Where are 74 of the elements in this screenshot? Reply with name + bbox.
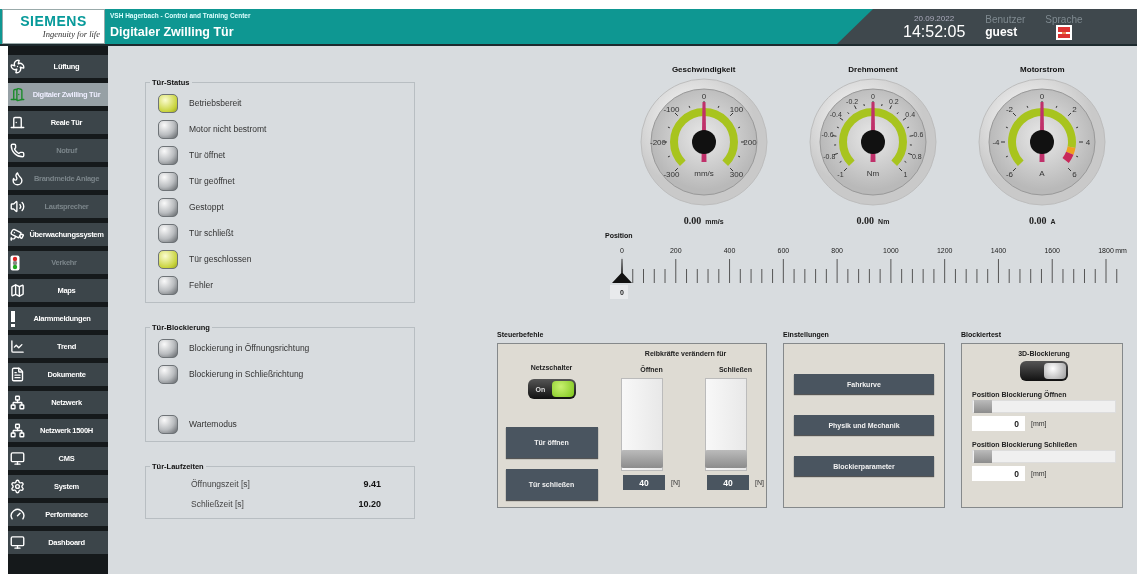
status-label: Fehler bbox=[189, 280, 214, 290]
slider-track[interactable] bbox=[621, 378, 663, 471]
gauge-title: Motorstrom bbox=[1020, 65, 1065, 76]
time-label: Schließzeit [s] bbox=[191, 499, 245, 509]
user-name: guest bbox=[985, 25, 1018, 39]
value-field[interactable]: 40 bbox=[623, 475, 665, 490]
gauge-title: Geschwindigkeit bbox=[671, 65, 736, 76]
scale-label: -2 bbox=[1006, 104, 1014, 114]
scale-label: 0 bbox=[1040, 91, 1045, 101]
fan-icon bbox=[10, 59, 25, 74]
status-label: Betriebsbereit bbox=[189, 98, 242, 108]
time-value: 9.41 bbox=[362, 479, 381, 489]
logo-brand: SIEMENS bbox=[20, 14, 87, 29]
scale-label: -300 bbox=[663, 170, 680, 180]
status-label: Tür schließt bbox=[189, 228, 234, 238]
status-label: Tür geschlossen bbox=[189, 254, 252, 264]
door-icon bbox=[10, 87, 25, 102]
flag-icon[interactable] bbox=[1055, 24, 1072, 40]
scale-label: 2 bbox=[1072, 104, 1078, 114]
status-label: Blockierung in Schließrichtung bbox=[189, 369, 304, 379]
gauge-title: Drehmoment bbox=[848, 65, 898, 76]
monitor-icon bbox=[10, 451, 25, 466]
blocking-switch[interactable] bbox=[1020, 361, 1068, 381]
exclamation-icon bbox=[10, 310, 16, 327]
map-icon bbox=[10, 283, 25, 298]
chart-icon bbox=[10, 339, 25, 354]
traffic-light-icon bbox=[10, 254, 20, 271]
scale-label: 4 bbox=[1086, 137, 1091, 147]
status-label: Motor nicht bestromt bbox=[189, 124, 267, 134]
scale-label: -6 bbox=[1006, 170, 1014, 180]
status-label: Blockierung in Öffnungsrichtung bbox=[189, 343, 310, 353]
document-icon bbox=[10, 367, 25, 382]
slider-thumb[interactable] bbox=[705, 449, 747, 468]
user-label: Benutzer bbox=[985, 14, 1026, 25]
phone-icon bbox=[10, 143, 25, 158]
status-label: Wartemodus bbox=[189, 419, 237, 429]
value-field[interactable]: 0 bbox=[972, 416, 1025, 431]
slider-thumb[interactable] bbox=[974, 450, 992, 463]
status-label: Gestoppt bbox=[189, 202, 224, 212]
scale-label: 0 bbox=[701, 91, 706, 101]
slider-thumb[interactable] bbox=[621, 449, 663, 468]
scale-label: -100 bbox=[663, 104, 680, 114]
language-label: Sprache bbox=[1045, 13, 1083, 25]
date-text: 20.09.2022 bbox=[914, 13, 955, 23]
network-icon bbox=[10, 395, 25, 410]
camera-icon bbox=[10, 227, 25, 242]
slider-track[interactable] bbox=[705, 378, 747, 471]
time-label: Öffnungszeit [s] bbox=[191, 479, 251, 489]
time-value: 10.20 bbox=[357, 499, 381, 509]
logo-tagline: Ingenuity for life bbox=[42, 29, 100, 39]
monitor-icon bbox=[10, 535, 25, 550]
scale-label: 100 bbox=[729, 104, 743, 114]
scale-label: 6 bbox=[1072, 170, 1078, 180]
clock-text: 14:52:05 bbox=[903, 22, 966, 40]
speaker-icon bbox=[10, 199, 25, 214]
scale-label: 200 bbox=[743, 137, 757, 147]
slider-track[interactable] bbox=[972, 400, 1116, 413]
scale-label: -4 bbox=[992, 137, 1000, 147]
value-field[interactable]: 0 bbox=[972, 466, 1025, 481]
slider-track[interactable] bbox=[972, 450, 1116, 463]
status-label: Tür geöffnet bbox=[189, 176, 235, 186]
page-title: Digitaler Zwilling Tür bbox=[110, 25, 235, 39]
settings-icon bbox=[10, 479, 25, 494]
unit-label: mm/s bbox=[693, 169, 714, 178]
unit-label: A bbox=[1039, 169, 1045, 178]
network-icon bbox=[10, 423, 25, 438]
unit-label: Nm bbox=[866, 169, 880, 178]
scale-label: 300 bbox=[729, 170, 743, 180]
status-label: Tür öffnet bbox=[189, 150, 226, 160]
value-field[interactable]: 40 bbox=[707, 475, 749, 490]
slider-thumb[interactable] bbox=[974, 400, 992, 413]
flame-icon bbox=[10, 171, 25, 186]
gauge-icon bbox=[10, 507, 25, 522]
door-icon bbox=[10, 115, 25, 130]
